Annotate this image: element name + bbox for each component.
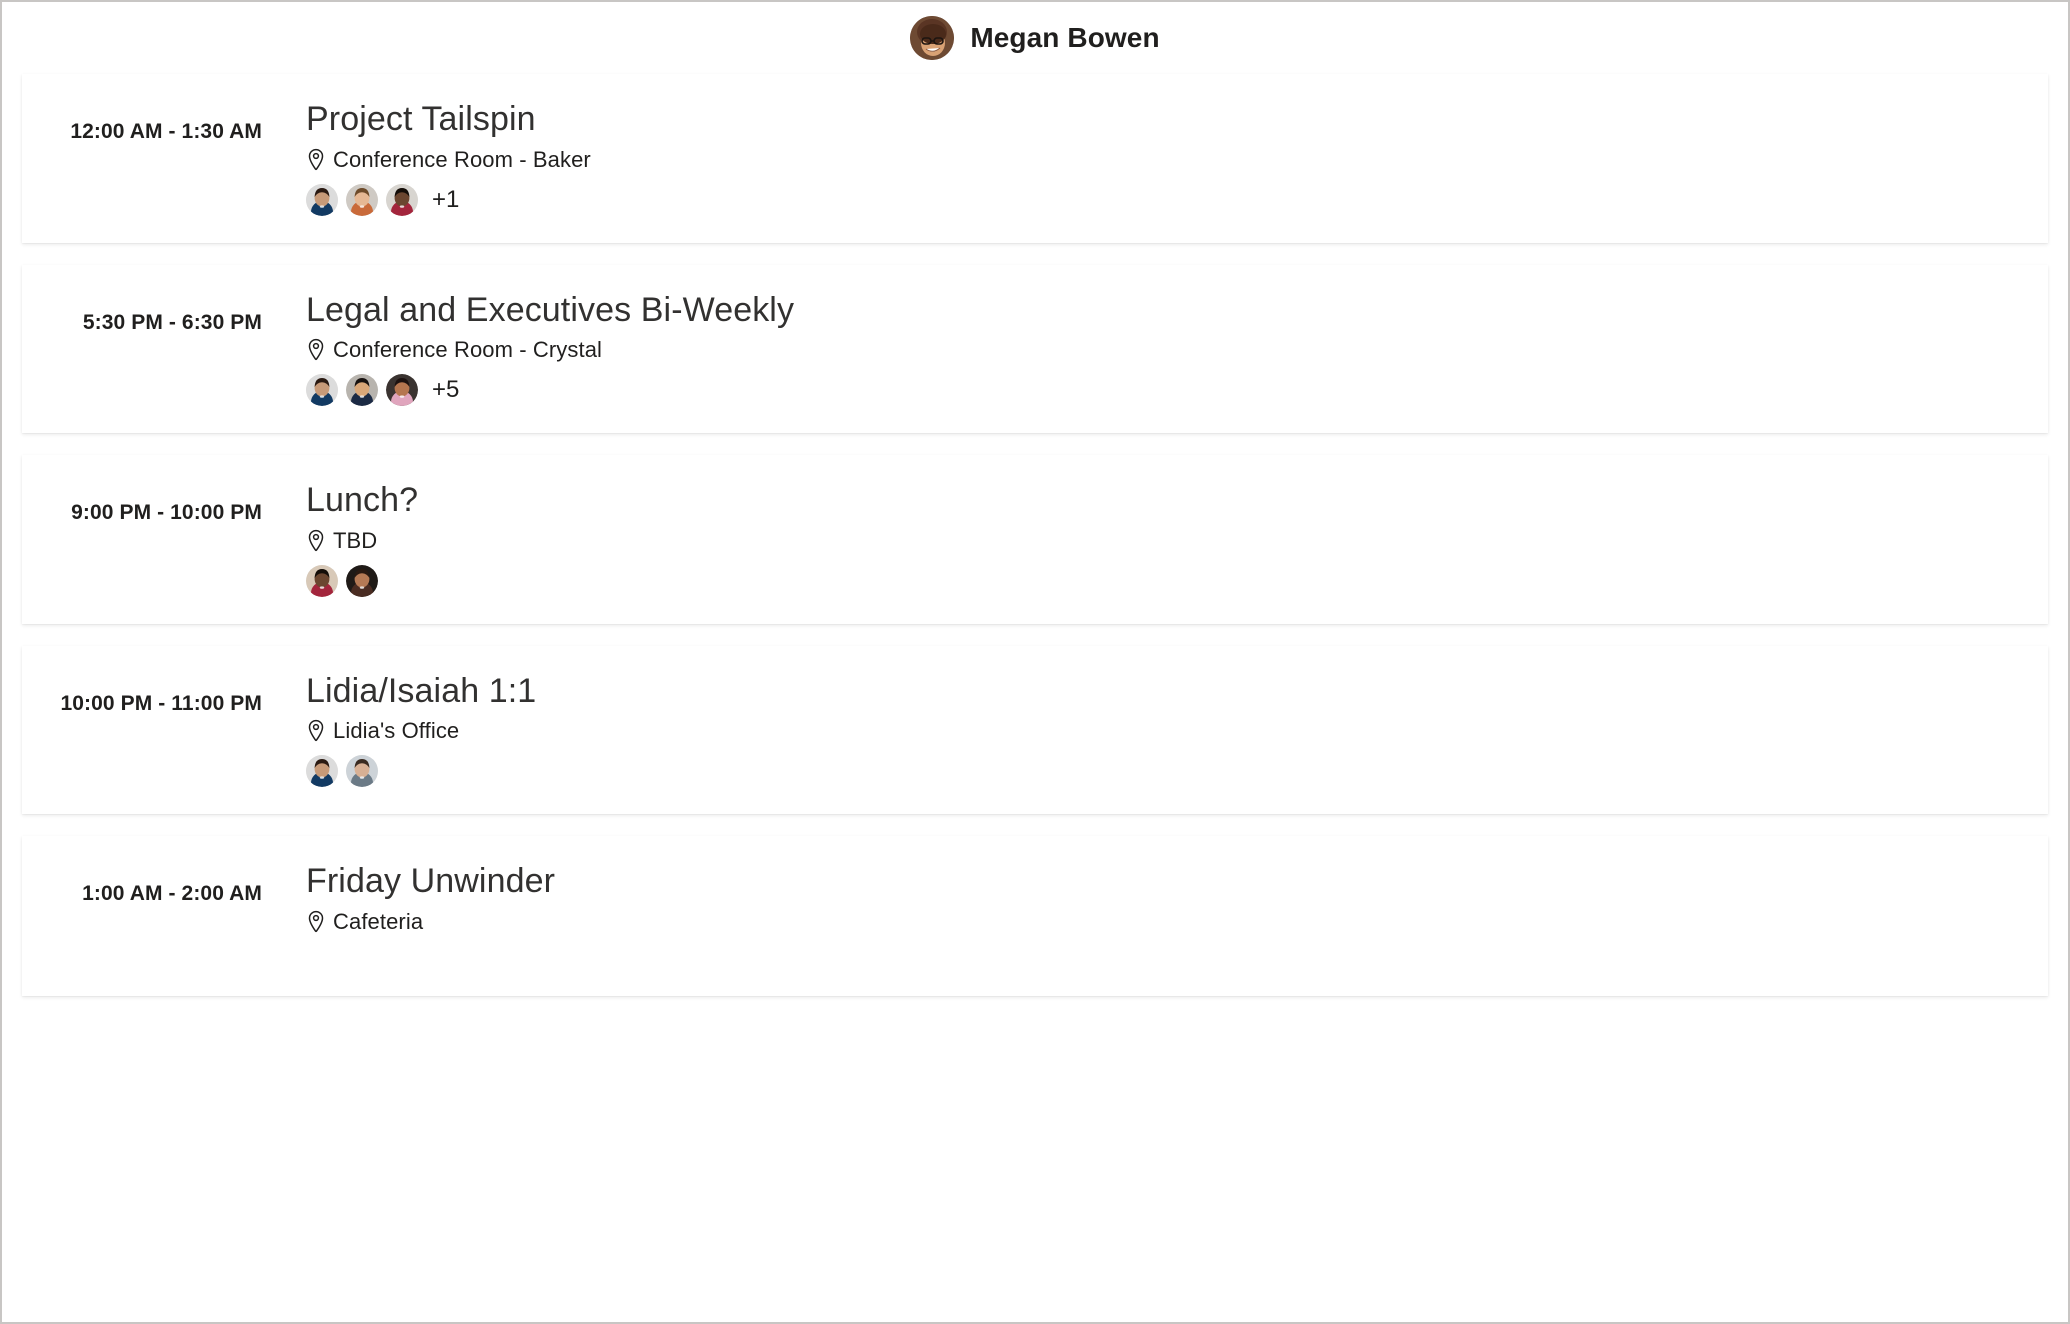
event-location: Conference Room - Crystal bbox=[333, 337, 603, 362]
event-card[interactable]: 9:00 PM - 10:00 PM Lunch? TBD bbox=[22, 455, 2048, 624]
event-time: 5:30 PM - 6:30 PM bbox=[82, 310, 262, 334]
attendee-avatar[interactable] bbox=[346, 755, 378, 787]
attendee-overflow-count[interactable]: +1 bbox=[432, 187, 459, 212]
event-location: Lidia's Office bbox=[333, 718, 460, 743]
event-time-column: 10:00 PM - 11:00 PM bbox=[22, 646, 262, 716]
event-location-row: TBD bbox=[306, 528, 2048, 554]
event-time: 1:00 AM - 2:00 AM bbox=[82, 882, 262, 905]
event-time: 10:00 PM - 11:00 PM bbox=[60, 691, 262, 715]
user-name: Megan Bowen bbox=[970, 22, 1160, 53]
event-subject: Legal and Executives Bi-Weekly bbox=[306, 290, 795, 329]
event-subject: Lunch? bbox=[306, 481, 419, 519]
attendee-avatar[interactable] bbox=[386, 183, 418, 216]
location-pin-icon bbox=[306, 529, 326, 553]
attendee-row bbox=[306, 754, 2048, 788]
event-time-column: 5:30 PM - 6:30 PM bbox=[22, 265, 262, 335]
location-pin-icon bbox=[306, 338, 326, 362]
event-location: Conference Room - Baker bbox=[333, 146, 591, 172]
event-details: Project Tailspin Conference Room - Baker +… bbox=[262, 74, 2048, 243]
event-list: 12:00 AM - 1:30 AM Project Tailspin Confer… bbox=[2, 74, 2068, 996]
event-card[interactable]: 12:00 AM - 1:30 AM Project Tailspin Confer… bbox=[22, 74, 2048, 243]
attendee-avatar[interactable] bbox=[346, 564, 378, 597]
event-details: Lidia/Isaiah 1:1 Lidia's Office bbox=[262, 646, 2048, 815]
attendee-avatar[interactable] bbox=[306, 755, 338, 787]
event-time-column: 1:00 AM - 2:00 AM bbox=[22, 836, 262, 906]
attendee-avatar[interactable] bbox=[346, 183, 378, 216]
event-subject: Project Tailspin bbox=[306, 100, 536, 138]
event-details: Friday Unwinder Cafeteria bbox=[262, 836, 2048, 971]
agenda-header: Megan Bowen bbox=[2, 2, 2068, 74]
event-location: Cafeteria bbox=[333, 908, 424, 934]
event-location-row: Conference Room - Crystal bbox=[306, 337, 2048, 363]
event-card[interactable]: 5:30 PM - 6:30 PM Legal and Executives Bi… bbox=[22, 264, 2048, 434]
event-details: Legal and Executives Bi-Weekly Conference… bbox=[262, 265, 2048, 434]
agenda-window: Megan Bowen 12:00 AM - 1:30 AM Project Ta… bbox=[0, 0, 2070, 1324]
event-time: 9:00 PM - 10:00 PM bbox=[71, 501, 262, 524]
event-location-row: Lidia's Office bbox=[306, 718, 2048, 744]
location-pin-icon bbox=[306, 910, 326, 934]
attendee-avatar[interactable] bbox=[306, 183, 338, 216]
event-card[interactable]: 1:00 AM - 2:00 AM Friday Unwinder Cafeteri… bbox=[22, 836, 2048, 996]
user-avatar[interactable] bbox=[910, 16, 955, 60]
event-time: 12:00 AM - 1:30 AM bbox=[70, 120, 262, 143]
location-pin-icon bbox=[306, 719, 326, 743]
event-time-column: 9:00 PM - 10:00 PM bbox=[22, 455, 262, 525]
event-card[interactable]: 10:00 PM - 11:00 PM Lidia/Isaiah 1:1 Lidia… bbox=[22, 645, 2048, 815]
event-subject: Lidia/Isaiah 1:1 bbox=[306, 671, 537, 710]
event-subject: Friday Unwinder bbox=[306, 862, 556, 900]
event-details: Lunch? TBD bbox=[262, 455, 2048, 624]
attendee-row bbox=[306, 564, 2048, 598]
attendee-avatar[interactable] bbox=[346, 374, 378, 406]
event-time-column: 12:00 AM - 1:30 AM bbox=[22, 74, 262, 144]
event-location-row: Conference Room - Baker bbox=[306, 147, 2048, 173]
attendee-row: +1 bbox=[306, 183, 2048, 217]
attendee-avatar[interactable] bbox=[306, 374, 338, 406]
attendee-overflow-count[interactable]: +5 bbox=[432, 378, 459, 402]
event-location: TBD bbox=[333, 527, 378, 553]
event-location-row: Cafeteria bbox=[306, 909, 2048, 935]
attendee-row: +5 bbox=[306, 373, 2048, 407]
attendee-avatar[interactable] bbox=[306, 564, 338, 597]
location-pin-icon bbox=[306, 148, 326, 172]
attendee-avatar[interactable] bbox=[386, 374, 418, 406]
